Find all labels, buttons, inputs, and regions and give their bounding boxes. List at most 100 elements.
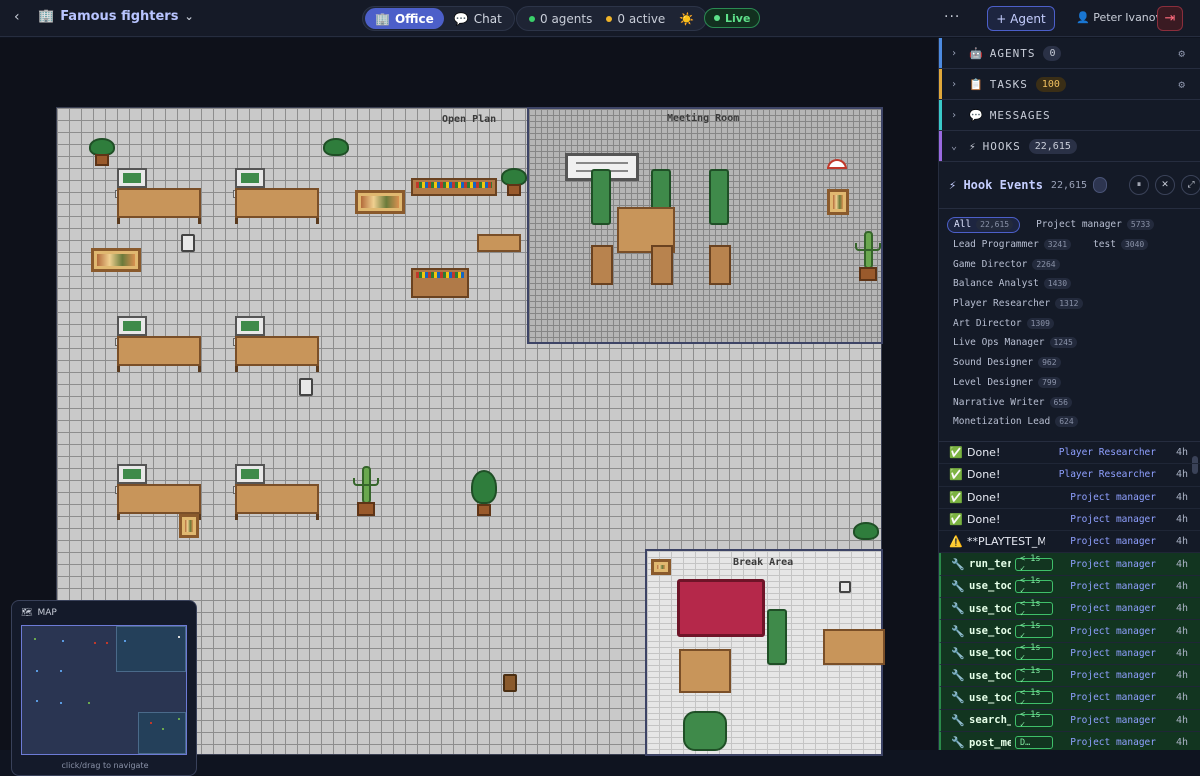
back-icon[interactable]: ‹ [14,9,20,25]
event-time: 4h [1175,536,1188,548]
tab-office[interactable]: 🏢 Office [365,8,444,29]
office-canvas[interactable]: Open Plan Meeting Room Break Area 🗺 MAP … [0,38,938,776]
minimap-marker [36,670,38,672]
warning-icon: ⚠️ [949,535,963,549]
filter-chip[interactable]: Game Director 2264 [947,256,1066,272]
filter-chip[interactable]: Project manager 5733 [1030,217,1160,233]
filter-chip[interactable]: Lead Programmer 3241 [947,237,1077,253]
event-agent[interactable]: Project manager [1070,692,1156,703]
project-selector[interactable]: 🏢 Famous fighters ⌄ [38,9,194,24]
hook-event-row[interactable]: 🔧 post_message D… Project manager 4h [939,731,1200,750]
hook-event-row[interactable]: ✅ Done! Project manager 4h [939,509,1200,532]
event-agent[interactable]: Player Researcher [1059,469,1156,480]
event-agent[interactable]: Project manager [1070,670,1156,681]
hook-event-row[interactable]: ✅ Done! Project manager 4h [939,487,1200,509]
minimap-marker [106,642,108,644]
meeting-chair [651,245,673,285]
filter-row: Lead Programmer 3241 test 3040 [947,235,1192,255]
hook-event-row[interactable]: ✅ Done! Player Researcher 4h [939,464,1200,487]
minimap-hint: click/drag to navigate [61,761,149,770]
event-text: Done! [967,446,1001,460]
chat-icon: 💬 [969,108,984,122]
event-text: post_message [969,736,1011,749]
minimap-title: MAP [37,608,57,618]
sun-icon[interactable]: ☀️ [679,12,694,26]
live-dot-icon [714,15,720,21]
event-agent[interactable]: Project manager [1070,648,1156,659]
user-menu[interactable]: 👤 Peter Ivanov [1076,11,1162,24]
filter-chip[interactable]: test 3040 [1087,237,1154,253]
event-agent[interactable]: Project manager [1070,559,1156,570]
section-hooks[interactable]: ⌄ ⚡ HOOKS 22,615 [939,131,1200,162]
filter-chip[interactable]: Balance Analyst 1430 [947,276,1077,292]
event-time: 4h [1175,514,1188,526]
filter-chip[interactable]: Narrative Writer 656 [947,394,1078,410]
hook-event-row[interactable]: 🔧 use_too < 1s ✓ Project manager 4h [939,687,1200,710]
wrench-icon: 🔧 [951,557,965,571]
filter-chip[interactable]: Monetization Lead 624 [947,414,1084,430]
hook-event-row[interactable]: 🔧 use_too < 1s ✓ Project manager 4h [939,642,1200,665]
filter-count: 5733 [1126,219,1155,231]
event-agent[interactable]: Player Researcher [1059,447,1156,458]
filter-chip[interactable]: Level Designer 799 [947,374,1067,390]
event-agent[interactable]: Project manager [1070,581,1156,592]
hook-event-row[interactable]: 🔧 use_too < 1s ✓ Project manager 4h [939,620,1200,643]
hook-event-row[interactable]: 🔧 use_too < 1s ✓ Project manager 4h [939,575,1200,599]
check-icon: ✅ [949,490,963,504]
event-agent[interactable]: Project manager [1070,737,1156,748]
event-text: use_too [969,580,1011,593]
filter-chip[interactable]: Sound Designer 962 [947,355,1067,371]
more-icon[interactable]: ··· [944,9,960,25]
gear-icon[interactable]: ⚙ [1178,47,1186,60]
gear-icon[interactable]: ⚙ [1178,78,1186,91]
event-time: 4h [1175,491,1188,503]
top-bar: ‹ 🏢 Famous fighters ⌄ 🏢 Office 💬 Chat 0 … [0,0,1200,37]
event-agent[interactable]: Project manager [1070,514,1156,525]
agent-stats: 0 agents 0 active ☀️ [516,6,708,31]
hook-events-toggle[interactable] [1093,177,1108,193]
filter-count: 1430 [1043,278,1072,290]
agents-count: 0 agents [529,12,592,26]
minimap-viewport[interactable] [21,625,187,755]
event-agent[interactable]: Project manager [1070,536,1156,547]
event-agent[interactable]: Project manager [1070,715,1156,726]
filter-chip[interactable]: Art Director 1309 [947,315,1060,331]
wrench-icon: 🔧 [951,624,965,638]
event-text: use_too [969,602,1011,615]
hook-events-title: ⚡ Hook Events [949,178,1043,192]
hook-event-row[interactable]: 🔧 run_ter < 1s ✓ Project manager 4h [939,553,1200,576]
section-messages[interactable]: › 💬 MESSAGES [939,100,1200,131]
active-stat-text: 0 active [617,11,666,26]
check-icon: ✅ [949,513,963,527]
filter-chip[interactable]: Live Ops Manager 1245 [947,335,1083,351]
event-time: 4h [1175,670,1188,682]
minimap-marker [178,636,180,638]
event-agent[interactable]: Project manager [1070,492,1156,503]
expand-icon[interactable]: ⤢ [1181,175,1200,195]
event-agent[interactable]: Project manager [1070,626,1156,637]
section-tasks[interactable]: › 📋 TASKS 100 ⚙ [939,69,1200,100]
hook-event-row[interactable]: 🔧 use_too < 1s ✓ Project manager 4h [939,664,1200,688]
hook-event-row[interactable]: ⚠️ **PLAYTEST_M… Project manager 4h [939,531,1200,554]
filter-label: Live Ops Manager [953,337,1045,349]
filter-row: Game Director 2264 [947,254,1192,274]
pause-icon[interactable]: ⏸ [1129,175,1149,195]
add-agent-button[interactable]: + Agent [987,6,1055,31]
potted-plant [89,138,115,166]
meeting-chair [591,169,611,225]
section-agents[interactable]: › 🤖 AGENTS 0 ⚙ [939,38,1200,69]
filter-chip[interactable]: Player Researcher 1312 [947,296,1089,312]
hook-event-row[interactable]: ✅ Done! Player Researcher 4h [939,442,1200,465]
duration-badge: < 1s ✓ [1015,643,1053,663]
filter-chip[interactable]: All 22,615 [947,216,1021,233]
logout-button[interactable]: ⇥ [1157,6,1183,31]
close-icon[interactable]: ✕ [1155,175,1175,195]
event-agent[interactable]: Project manager [1070,603,1156,614]
filter-row: Art Director 1309 [947,313,1192,333]
hook-event-row[interactable]: 🔧 use_too < 1s ✓ Project manager 4h [939,598,1200,621]
tab-chat[interactable]: 💬 Chat [444,8,512,29]
bookshelf [411,178,497,196]
event-text: **PLAYTEST_M… [967,535,1045,549]
filter-row: Narrative Writer 656 [947,392,1192,412]
hook-event-row[interactable]: 🔧 search_ < 1s ✓ Project manager 4h [939,709,1200,732]
